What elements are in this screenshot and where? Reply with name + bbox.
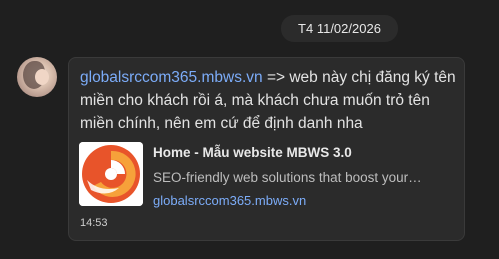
message-time: 14:53 — [80, 217, 108, 229]
avatar-face — [35, 69, 49, 85]
mbws-logo-icon — [79, 142, 143, 206]
preview-logo-icon — [79, 142, 143, 206]
preview-description: SEO-friendly web solutions that boost yo… — [153, 170, 422, 185]
preview-title[interactable]: Home - Mẫu website MBWS 3.0 — [153, 145, 352, 160]
preview-url[interactable]: globalsrccom365.mbws.vn — [153, 193, 306, 208]
avatar[interactable] — [17, 57, 57, 97]
message-bubble[interactable]: globalsrccom365.mbws.vn => web này chị đ… — [68, 57, 465, 241]
message-link[interactable]: globalsrccom365.mbws.vn — [80, 69, 263, 86]
message-text: globalsrccom365.mbws.vn => web này chị đ… — [80, 66, 460, 135]
link-preview[interactable]: Home - Mẫu website MBWS 3.0 SEO-friendly… — [79, 142, 459, 209]
date-separator: T4 11/02/2026 — [281, 15, 398, 42]
